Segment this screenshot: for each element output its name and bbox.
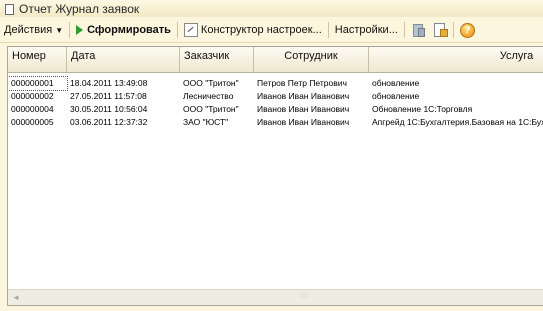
- cell-customer: Лесничество: [183, 91, 234, 101]
- settings-constructor-label: Конструктор настроек...: [200, 24, 322, 36]
- generate-button-label: Сформировать: [87, 24, 171, 36]
- cell-customer: ЗАО "ЮСТ": [183, 117, 229, 127]
- report-table: Номер Дата Заказчик Сотрудник Услуга 000…: [7, 46, 543, 306]
- table-row[interactable]: 000000001 18.04.2011 13:49:08 ООО "Трито…: [8, 76, 543, 91]
- help-icon[interactable]: ?: [459, 22, 475, 38]
- cell-service: Обновление 1С:Торговля: [372, 104, 473, 114]
- actions-menu-label: Действия: [4, 24, 53, 36]
- generate-button[interactable]: Сформировать: [72, 20, 175, 40]
- cell-service: обновление: [372, 91, 420, 101]
- toolbar-separator: [327, 22, 329, 38]
- cell-date: 30.05.2011 10:56:04: [70, 104, 148, 114]
- cell-date: 03.06.2011 12:37:32: [70, 117, 148, 127]
- cell-number: 000000005: [11, 117, 54, 127]
- column-header-service[interactable]: Услуга: [369, 47, 543, 72]
- cell-date: 27.05.2011 11:57:08: [70, 91, 147, 101]
- table-row[interactable]: 000000004 30.05.2011 10:56:04 ООО "Трито…: [8, 103, 543, 116]
- document-icon: [3, 3, 15, 15]
- column-header-date[interactable]: Дата: [67, 47, 180, 72]
- cell-employee: Иванов Иван Иванович: [257, 104, 350, 114]
- table-row[interactable]: 000000002 27.05.2011 11:57:08 Лесничеств…: [8, 90, 543, 103]
- settings-button[interactable]: Настройки...: [331, 20, 402, 40]
- cell-employee: Иванов Иван Иванович: [257, 117, 350, 127]
- report-variants-icon[interactable]: [410, 22, 426, 38]
- actions-menu[interactable]: Действия ▼: [0, 20, 67, 40]
- settings-button-label: Настройки...: [334, 24, 398, 36]
- title-bar: Отчет Журнал заявок: [0, 0, 543, 17]
- cell-number: 000000004: [11, 104, 54, 114]
- column-header-customer[interactable]: Заказчик: [180, 47, 254, 72]
- constructor-icon: [183, 23, 198, 37]
- cell-date: 18.04.2011 13:49:08: [70, 78, 148, 88]
- toolbar-separator: [452, 22, 454, 38]
- cell-employee: Иванов Иван Иванович: [257, 91, 350, 101]
- column-header-number[interactable]: Номер: [8, 47, 67, 72]
- chevron-down-icon: ▼: [55, 25, 64, 35]
- cell-number: 000000001: [8, 76, 68, 91]
- toolbar-separator: [176, 22, 178, 38]
- scrollbar-grip-icon[interactable]: ⁞⁞⁞: [300, 293, 309, 300]
- cell-customer: ООО "Тритон": [183, 78, 239, 88]
- scroll-left-arrow-icon[interactable]: ◄: [12, 293, 20, 302]
- save-settings-icon[interactable]: [432, 22, 448, 38]
- play-icon: [76, 25, 84, 35]
- toolbar-separator: [69, 22, 71, 38]
- horizontal-scrollbar[interactable]: ◄ ⁞⁞⁞: [8, 289, 543, 305]
- toolbar: Действия ▼ Сформировать Конструктор наст…: [0, 18, 543, 43]
- table-header: Номер Дата Заказчик Сотрудник Услуга: [8, 47, 543, 73]
- cell-customer: ООО "Тритон": [183, 104, 239, 114]
- table-row[interactable]: 000000005 03.06.2011 12:37:32 ЗАО "ЮСТ" …: [8, 116, 543, 129]
- toolbar-separator: [403, 22, 405, 38]
- cell-number: 000000002: [11, 91, 54, 101]
- cell-service: Апгрейд 1С:Бухгалтерия.Базовая на 1С:Бух…: [372, 117, 543, 127]
- cell-employee: Петров Петр Петрович: [257, 78, 347, 88]
- column-header-employee[interactable]: Сотрудник: [254, 47, 369, 72]
- cell-service: обновление: [372, 78, 420, 88]
- settings-constructor-button[interactable]: Конструктор настроек...: [180, 20, 326, 40]
- window-title: Отчет Журнал заявок: [19, 1, 140, 16]
